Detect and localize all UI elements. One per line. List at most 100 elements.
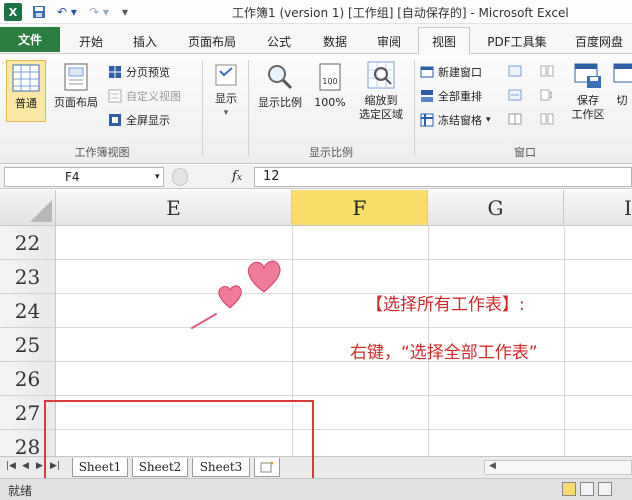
row-header-23[interactable]: 23 (0, 260, 56, 294)
gridline (56, 259, 632, 260)
hide-window-button[interactable] (508, 64, 522, 78)
column-header-g[interactable]: G (428, 190, 564, 226)
group-separator (202, 60, 203, 156)
save-workspace-button[interactable]: 保存 工作区 (568, 60, 608, 136)
freeze-panes-button[interactable]: 冻结窗格 ▾ (420, 112, 491, 128)
page-break-preview-icon (109, 66, 121, 78)
tab-home[interactable]: 开始 (66, 30, 116, 52)
scroll-left-icon[interactable]: ◀ (489, 461, 496, 471)
split-window-button[interactable] (508, 112, 522, 126)
name-box-dropdown-icon[interactable]: ▾ (155, 168, 160, 186)
sheet-tab-sheet1[interactable]: Sheet1 (72, 458, 128, 477)
page-layout-status-icon[interactable] (580, 482, 594, 496)
tab-baidu-netdisk[interactable]: 百度网盘 (566, 30, 632, 52)
worksheet-grid[interactable]: E F G I 22 23 24 25 26 27 28 【选择所有工作表】: … (0, 190, 632, 456)
switch-windows-button[interactable]: 切 (612, 60, 632, 136)
ribbon: 普通 页面布局 分页预览 自定义视图 全屏显示 工作簿视图 显示 ▾ 显示比例 … (0, 54, 632, 164)
show-icon (215, 64, 237, 86)
zoom-100-button[interactable]: 100 100% (310, 62, 350, 122)
show-dropdown-button[interactable]: 显示 ▾ (208, 62, 244, 138)
window-group-label: 窗口 (514, 146, 536, 159)
row-header-22[interactable]: 22 (0, 226, 56, 260)
page-break-status-icon[interactable] (598, 482, 612, 496)
zoom-label: 显示比例 (258, 96, 302, 109)
normal-view-button[interactable]: 普通 (6, 60, 46, 122)
synchronous-scrolling-button[interactable] (540, 88, 554, 102)
column-header-e[interactable]: E (56, 190, 292, 226)
customize-quick-access-icon[interactable]: ▾ (118, 3, 132, 21)
zoom-button[interactable]: 显示比例 (252, 62, 308, 122)
page-break-preview-button[interactable]: 分页预览 (108, 64, 170, 80)
tab-data[interactable]: 数据 (310, 30, 360, 52)
sheet-tab-bar: |◀ ◀ ▶ ▶| Sheet1 Sheet2 Sheet3 ◀ (0, 456, 632, 478)
reset-window-position-button[interactable] (540, 112, 554, 126)
new-window-button[interactable]: 新建窗口 (420, 64, 482, 80)
page-layout-view-button[interactable]: 页面布局 (50, 62, 102, 122)
gridline (56, 293, 632, 294)
undo-icon[interactable]: ↶ ▾ (54, 3, 80, 21)
arrange-all-button[interactable]: 全部重排 (420, 88, 482, 104)
gridline (56, 429, 632, 430)
new-window-icon (420, 66, 434, 78)
formula-bar-resize-handle[interactable] (172, 168, 188, 186)
tab-review[interactable]: 审阅 (364, 30, 414, 52)
formula-bar: F4 ▾ fx 12 (0, 165, 632, 189)
freeze-panes-dropdown-icon: ▾ (486, 115, 491, 125)
view-side-by-side-icon (540, 65, 554, 77)
tab-view[interactable]: 视图 (418, 27, 470, 55)
next-sheet-icon[interactable]: ▶ (36, 461, 43, 471)
svg-text:100: 100 (322, 77, 337, 86)
full-screen-button[interactable]: 全屏显示 (108, 112, 170, 128)
title-bar: X ↶ ▾ ↷ ▾ ▾ 工作簿1 (version 1) [工作组] [自动保存… (0, 0, 632, 24)
switch-windows-icon (613, 63, 632, 83)
name-box[interactable]: F4 ▾ (4, 167, 164, 187)
zoom-group-label: 显示比例 (309, 146, 353, 159)
row-header-28[interactable]: 28 (0, 430, 56, 456)
row-header-25[interactable]: 25 (0, 328, 56, 362)
freeze-panes-icon (420, 113, 434, 127)
page-layout-icon (64, 63, 88, 91)
previous-sheet-icon[interactable]: ◀ (22, 461, 29, 471)
view-side-by-side-button[interactable] (540, 64, 554, 78)
zoom-100-icon: 100 (319, 63, 341, 91)
custom-views-button[interactable]: 自定义视图 (108, 88, 181, 104)
zoom-to-selection-icon (367, 61, 395, 89)
formula-input[interactable]: 12 (254, 167, 632, 187)
sheet-tab-sheet3[interactable]: Sheet3 (192, 458, 250, 477)
row-header-27[interactable]: 27 (0, 396, 56, 430)
unhide-window-icon (508, 89, 522, 101)
page-break-preview-label: 分页预览 (126, 66, 170, 79)
tab-insert[interactable]: 插入 (120, 30, 170, 52)
tab-pdf-tools[interactable]: PDF工具集 (478, 30, 556, 52)
save-icon[interactable] (30, 3, 48, 21)
column-header-i[interactable]: I (564, 190, 632, 226)
gridline (56, 395, 632, 396)
first-sheet-icon[interactable]: |◀ (6, 461, 16, 471)
name-box-value: F4 (65, 170, 80, 184)
normal-view-status-icon[interactable] (562, 482, 576, 496)
row-header-26[interactable]: 26 (0, 362, 56, 396)
normal-view-label: 普通 (15, 97, 37, 110)
arrange-all-label: 全部重排 (438, 90, 482, 103)
page-layout-view-label: 页面布局 (54, 96, 98, 109)
switch-windows-label: 切 (616, 94, 628, 107)
window-title: 工作簿1 (version 1) [工作组] [自动保存的] - Microso… (232, 6, 569, 20)
tab-page-layout[interactable]: 页面布局 (178, 30, 246, 52)
insert-function-icon[interactable]: fx (232, 169, 242, 184)
tab-formulas[interactable]: 公式 (254, 30, 304, 52)
insert-sheet-icon[interactable] (254, 458, 280, 477)
redo-icon[interactable]: ↷ ▾ (86, 3, 112, 21)
column-header-f[interactable]: F (292, 190, 428, 226)
status-bar: 就绪 (0, 478, 632, 500)
last-sheet-icon[interactable]: ▶| (50, 461, 60, 471)
unhide-window-button[interactable] (508, 88, 522, 102)
magnifier-icon (268, 65, 293, 90)
annotation-heading: 【选择所有工作表】: (366, 295, 525, 315)
tab-file[interactable]: 文件 (0, 27, 60, 52)
zoom-to-selection-button[interactable]: 缩放到 选定区域 (352, 60, 410, 136)
row-header-24[interactable]: 24 (0, 294, 56, 328)
sheet-tab-sheet2[interactable]: Sheet2 (132, 458, 188, 477)
select-all-corner[interactable] (0, 190, 56, 226)
excel-logo-icon[interactable]: X (4, 3, 22, 21)
horizontal-scrollbar[interactable]: ◀ (484, 460, 632, 475)
